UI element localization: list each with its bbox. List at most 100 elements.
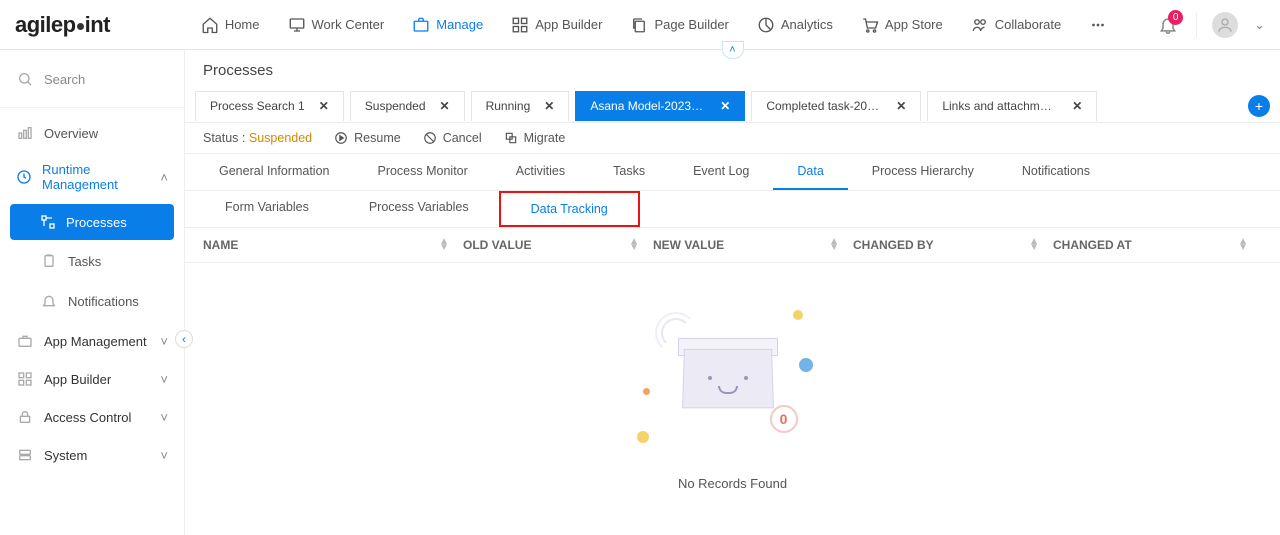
top-nav: Home Work Center Manage App Builder Page… — [150, 16, 1158, 34]
sort-icon[interactable]: ▲▼ — [1029, 239, 1053, 251]
sidebar-app-builder[interactable]: App Builder ˅ — [0, 360, 184, 398]
sidebar-processes[interactable]: Processes — [10, 204, 174, 240]
tab-activities[interactable]: Activities — [492, 154, 589, 190]
sidebar-overview[interactable]: Overview — [0, 114, 184, 152]
user-menu[interactable]: ⌄ — [1196, 12, 1265, 38]
sidebar-app-builder-label: App Builder — [44, 372, 111, 387]
cancel-label: Cancel — [443, 131, 482, 145]
nav-app-store-label: App Store — [885, 17, 943, 32]
play-icon — [334, 131, 348, 145]
close-icon[interactable]: ✕ — [440, 99, 450, 113]
close-icon[interactable]: ✕ — [720, 99, 730, 113]
home-icon — [201, 16, 219, 34]
col-name[interactable]: NAME ▲▼ — [203, 238, 463, 252]
nav-home-label: Home — [225, 17, 260, 32]
sidebar-runtime-management[interactable]: Runtime Management ˄ — [0, 152, 184, 202]
col-at-label: CHANGED AT — [1053, 238, 1132, 252]
tab-running[interactable]: Running ✕ — [471, 91, 570, 121]
nav-collaborate[interactable]: Collaborate — [971, 16, 1062, 34]
close-icon[interactable]: ✕ — [1072, 99, 1082, 113]
nav-page-builder[interactable]: Page Builder — [630, 16, 728, 34]
resume-button[interactable]: Resume — [334, 131, 401, 145]
close-icon[interactable]: ✕ — [544, 99, 554, 113]
close-icon[interactable]: ✕ — [896, 99, 906, 113]
subtab-form-variables[interactable]: Form Variables — [195, 191, 339, 227]
nav-manage[interactable]: Manage — [412, 16, 483, 34]
tab-process-search-1[interactable]: Process Search 1✕ — [195, 91, 344, 121]
sidebar-notifications[interactable]: Notifications — [10, 282, 174, 320]
sort-icon[interactable]: ▲▼ — [629, 239, 653, 251]
tab-asana-model[interactable]: Asana Model-2023-08-29T...✕ — [575, 91, 745, 121]
nav-app-builder[interactable]: App Builder — [511, 16, 602, 34]
monitor-icon — [288, 16, 306, 34]
tab-event-log[interactable]: Event Log — [669, 154, 773, 190]
flow-icon — [40, 214, 56, 230]
col-by-label: CHANGED BY — [853, 238, 934, 252]
resume-label: Resume — [354, 131, 401, 145]
brand-logo: agilepint — [15, 12, 110, 38]
add-tab-button[interactable]: + — [1248, 95, 1270, 117]
nav-page-builder-label: Page Builder — [654, 17, 728, 32]
cancel-button[interactable]: Cancel — [423, 131, 482, 145]
sort-icon[interactable]: ▲▼ — [829, 239, 853, 251]
col-changed-at[interactable]: CHANGED AT ▲▼ — [1053, 238, 1262, 252]
col-old-value[interactable]: OLD VALUE ▲▼ — [463, 238, 653, 252]
sort-icon[interactable]: ▲▼ — [439, 239, 463, 251]
briefcase-icon — [412, 16, 430, 34]
sidebar-tasks[interactable]: Tasks — [10, 242, 174, 280]
tab-general-information[interactable]: General Information — [195, 154, 353, 190]
sidebar-search[interactable]: Search — [0, 58, 184, 100]
nav-analytics[interactable]: Analytics — [757, 16, 833, 34]
chevron-down-icon: ˅ — [160, 448, 168, 463]
cart-icon — [861, 16, 879, 34]
tab-label: Running — [486, 99, 531, 113]
sidebar-system-label: System — [44, 448, 87, 463]
col-new-label: NEW VALUE — [653, 238, 724, 252]
col-changed-by[interactable]: CHANGED BY ▲▼ — [853, 238, 1053, 252]
header-right: 0 ⌄ — [1158, 12, 1265, 38]
tab-process-monitor[interactable]: Process Monitor — [353, 154, 491, 190]
lock-icon — [16, 408, 34, 426]
sidebar-system[interactable]: System ˅ — [0, 436, 184, 474]
chevron-up-icon: ˄ — [160, 170, 168, 185]
main-content: ˄ Processes Process Search 1✕ Suspended✕… — [185, 50, 1280, 535]
migrate-button[interactable]: Migrate — [504, 131, 566, 145]
sidebar-app-management[interactable]: App Management ˅ — [0, 322, 184, 360]
zero-badge: 0 — [770, 405, 798, 433]
dot-icon — [637, 431, 649, 443]
face-eyes-icon — [708, 376, 748, 380]
tab-process-hierarchy[interactable]: Process Hierarchy — [848, 154, 998, 190]
tab-suspended[interactable]: Suspended ✕ — [350, 91, 465, 121]
tab-tasks[interactable]: Tasks — [589, 154, 669, 190]
tab-completed-task[interactable]: Completed task-2023-08-3...✕ — [751, 91, 921, 121]
status-label: Status : — [203, 131, 245, 145]
sidebar-app-mgmt-label: App Management — [44, 334, 147, 349]
close-icon[interactable]: ✕ — [319, 99, 329, 113]
tab-label: Suspended — [365, 99, 426, 113]
sidebar-access-control[interactable]: Access Control ˅ — [0, 398, 184, 436]
plus-icon: + — [1255, 98, 1263, 114]
col-name-label: NAME — [203, 238, 238, 252]
detail-tabs: General Information Process Monitor Acti… — [185, 154, 1280, 191]
nav-collaborate-label: Collaborate — [995, 17, 1062, 32]
nav-app-store[interactable]: App Store — [861, 16, 943, 34]
col-old-label: OLD VALUE — [463, 238, 531, 252]
collapse-up-button[interactable]: ˄ — [722, 41, 744, 59]
nav-work-center[interactable]: Work Center — [288, 16, 385, 34]
server-icon — [16, 446, 34, 464]
dot-icon — [799, 358, 813, 372]
subtab-data-tracking[interactable]: Data Tracking — [499, 191, 640, 227]
sidebar-collapse-button[interactable]: ‹ — [175, 330, 193, 348]
nav-home[interactable]: Home — [201, 16, 260, 34]
notifications-bell[interactable]: 0 — [1158, 15, 1178, 35]
sort-icon[interactable]: ▲▼ — [1238, 239, 1262, 251]
nav-more[interactable] — [1089, 16, 1107, 34]
chevron-down-icon: ˅ — [160, 334, 168, 349]
tab-notifications[interactable]: Notifications — [998, 154, 1114, 190]
subtab-process-variables[interactable]: Process Variables — [339, 191, 499, 227]
bell-badge: 0 — [1168, 10, 1183, 25]
tab-data[interactable]: Data — [773, 154, 847, 190]
tab-links-attachments[interactable]: Links and attachments mo...✕ — [927, 91, 1097, 121]
more-icon — [1089, 16, 1107, 34]
col-new-value[interactable]: NEW VALUE ▲▼ — [653, 238, 853, 252]
